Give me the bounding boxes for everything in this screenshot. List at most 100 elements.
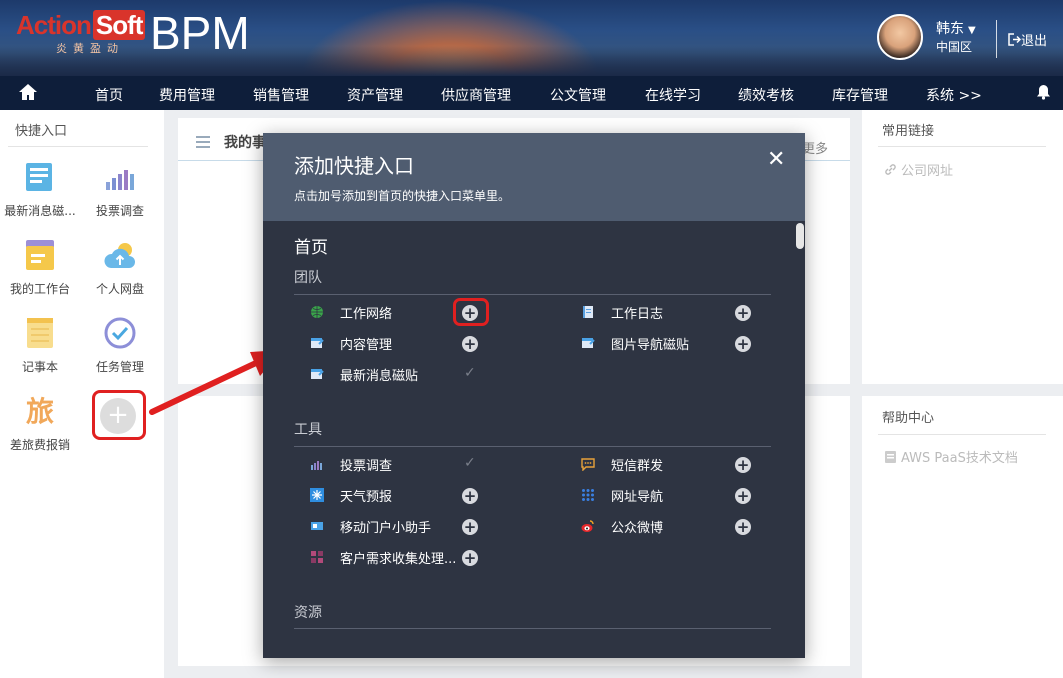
nav-item-expense[interactable]: 费用管理 bbox=[159, 85, 215, 105]
content-icon bbox=[311, 338, 324, 348]
list-item: 短信群发 + bbox=[581, 455, 781, 475]
dialog-subtitle: 点击加号添加到首页的快捷入口菜单里。 bbox=[294, 189, 511, 203]
document-icon bbox=[885, 451, 896, 463]
nav-item-sales[interactable]: 销售管理 bbox=[253, 85, 309, 105]
nav-item-home[interactable]: 首页 bbox=[95, 85, 123, 105]
dialog-header: 添加快捷入口 点击加号添加到首页的快捷入口菜单里。 ✕ bbox=[263, 133, 805, 221]
quick-item-cloud[interactable]: 个人网盘 bbox=[80, 238, 160, 297]
quick-item-tasks[interactable]: 任务管理 bbox=[80, 316, 160, 375]
group-title-team: 团队 bbox=[294, 270, 322, 286]
image-nav-icon bbox=[582, 338, 595, 348]
company-logo: Action Soft bbox=[16, 10, 146, 41]
section-home: 首页 bbox=[294, 238, 328, 258]
divider bbox=[878, 146, 1046, 147]
add-item-button[interactable]: + bbox=[735, 305, 751, 321]
nav-item-supplier[interactable]: 供应商管理 bbox=[441, 85, 511, 105]
item-label: 投票调查 bbox=[340, 459, 393, 474]
log-icon bbox=[583, 306, 593, 318]
quick-item-label: 个人网盘 bbox=[95, 282, 144, 296]
help-panel bbox=[862, 396, 1063, 678]
close-icon[interactable]: ✕ bbox=[767, 149, 785, 171]
vote-chart-icon bbox=[102, 160, 138, 196]
weather-icon bbox=[310, 488, 324, 502]
check-icon: ✓ bbox=[464, 365, 476, 381]
tab-my-tasks[interactable]: 我的事 bbox=[196, 132, 266, 152]
task-check-icon bbox=[102, 316, 138, 352]
mobile-icon bbox=[311, 522, 323, 530]
bell-icon[interactable] bbox=[1036, 84, 1051, 104]
group-title-tools: 工具 bbox=[294, 422, 322, 438]
add-item-button[interactable]: + bbox=[735, 519, 751, 535]
news-tile-icon bbox=[311, 369, 324, 379]
group-title-resources: 资源 bbox=[294, 605, 322, 621]
list-item: 网址导航 + bbox=[581, 486, 781, 506]
quick-item-travel[interactable]: 旅 差旅费报销 bbox=[0, 394, 80, 453]
logout-icon bbox=[1008, 33, 1022, 46]
item-label: 工作日志 bbox=[611, 307, 664, 322]
sms-icon bbox=[581, 458, 595, 471]
link-aws-docs[interactable]: AWS PaaS技术文档 bbox=[884, 447, 1018, 466]
add-button-highlight bbox=[453, 298, 489, 326]
help-title: 帮助中心 bbox=[882, 411, 935, 426]
workbench-icon bbox=[22, 238, 58, 274]
more-link[interactable]: 更多 bbox=[802, 138, 828, 157]
item-label: 最新消息磁贴 bbox=[340, 369, 419, 384]
add-item-button[interactable]: + bbox=[462, 488, 478, 504]
check-icon: ✓ bbox=[464, 455, 476, 471]
user-menu[interactable]: 韩东 ▼ bbox=[936, 18, 976, 38]
divider bbox=[294, 628, 771, 629]
scrollbar[interactable] bbox=[796, 223, 804, 249]
divider bbox=[878, 434, 1046, 435]
list-item: 图片导航磁贴 + bbox=[581, 334, 781, 354]
list-item: 投票调查 ✓ bbox=[310, 455, 510, 475]
list-item: 天气预报 + bbox=[310, 486, 510, 506]
list-item: 移动门户小助手 + bbox=[310, 517, 510, 537]
quick-item-vote[interactable]: 投票调查 bbox=[80, 160, 160, 219]
caret-down-icon: ▼ bbox=[968, 25, 976, 36]
links-title: 常用链接 bbox=[882, 124, 935, 139]
item-label: 网址导航 bbox=[611, 490, 664, 505]
quick-item-news[interactable]: 最新消息磁... bbox=[0, 160, 80, 219]
app-title: BPM bbox=[150, 7, 250, 59]
news-icon bbox=[22, 160, 58, 196]
nav-item-system[interactable]: 系统 >> bbox=[926, 85, 982, 105]
add-item-button[interactable]: + bbox=[462, 519, 478, 535]
quick-item-label: 最新消息磁... bbox=[4, 204, 76, 218]
dialog-title: 添加快捷入口 bbox=[294, 154, 414, 178]
quick-item-notepad[interactable]: 记事本 bbox=[0, 316, 80, 375]
divider bbox=[294, 446, 771, 447]
list-item: 公众微博 + bbox=[581, 517, 781, 537]
nav-item-inventory[interactable]: 库存管理 bbox=[832, 85, 888, 105]
list-item: 客户需求收集处理... + bbox=[310, 548, 510, 568]
home-icon[interactable] bbox=[18, 83, 38, 103]
add-item-button[interactable]: + bbox=[735, 457, 751, 473]
vote-icon bbox=[311, 461, 322, 470]
links-panel bbox=[862, 110, 1063, 384]
add-item-button[interactable]: + bbox=[462, 550, 478, 566]
nav-item-learning[interactable]: 在线学习 bbox=[645, 85, 701, 105]
item-label: 天气预报 bbox=[340, 490, 393, 505]
logout-button[interactable]: 退出 bbox=[1008, 30, 1047, 49]
add-item-button[interactable]: + bbox=[462, 336, 478, 352]
requirement-icon bbox=[311, 551, 323, 563]
link-company-site[interactable]: 公司网址 bbox=[884, 160, 953, 179]
avatar[interactable] bbox=[877, 14, 923, 60]
quick-item-label: 任务管理 bbox=[95, 360, 144, 374]
nav-item-assets[interactable]: 资产管理 bbox=[347, 85, 403, 105]
weibo-icon bbox=[581, 520, 594, 532]
quick-item-label: 我的工作台 bbox=[9, 282, 70, 296]
list-item: 最新消息磁贴 ✓ bbox=[310, 365, 510, 385]
quick-item-label: 差旅费报销 bbox=[9, 438, 70, 452]
quick-item-workbench[interactable]: 我的工作台 bbox=[0, 238, 80, 297]
add-shortcut-button[interactable]: + bbox=[100, 398, 136, 434]
quick-item-label: 投票调查 bbox=[95, 204, 144, 218]
nav-item-documents[interactable]: 公文管理 bbox=[550, 85, 606, 105]
add-item-button[interactable]: + bbox=[735, 336, 751, 352]
item-label: 客户需求收集处理... bbox=[340, 552, 457, 567]
user-region: 中国区 bbox=[936, 40, 973, 54]
nav-item-performance[interactable]: 绩效考核 bbox=[738, 85, 794, 105]
user-name: 韩东 bbox=[936, 21, 964, 37]
travel-icon: 旅 bbox=[25, 395, 54, 428]
notepad-icon bbox=[22, 316, 58, 352]
add-item-button[interactable]: + bbox=[735, 488, 751, 504]
